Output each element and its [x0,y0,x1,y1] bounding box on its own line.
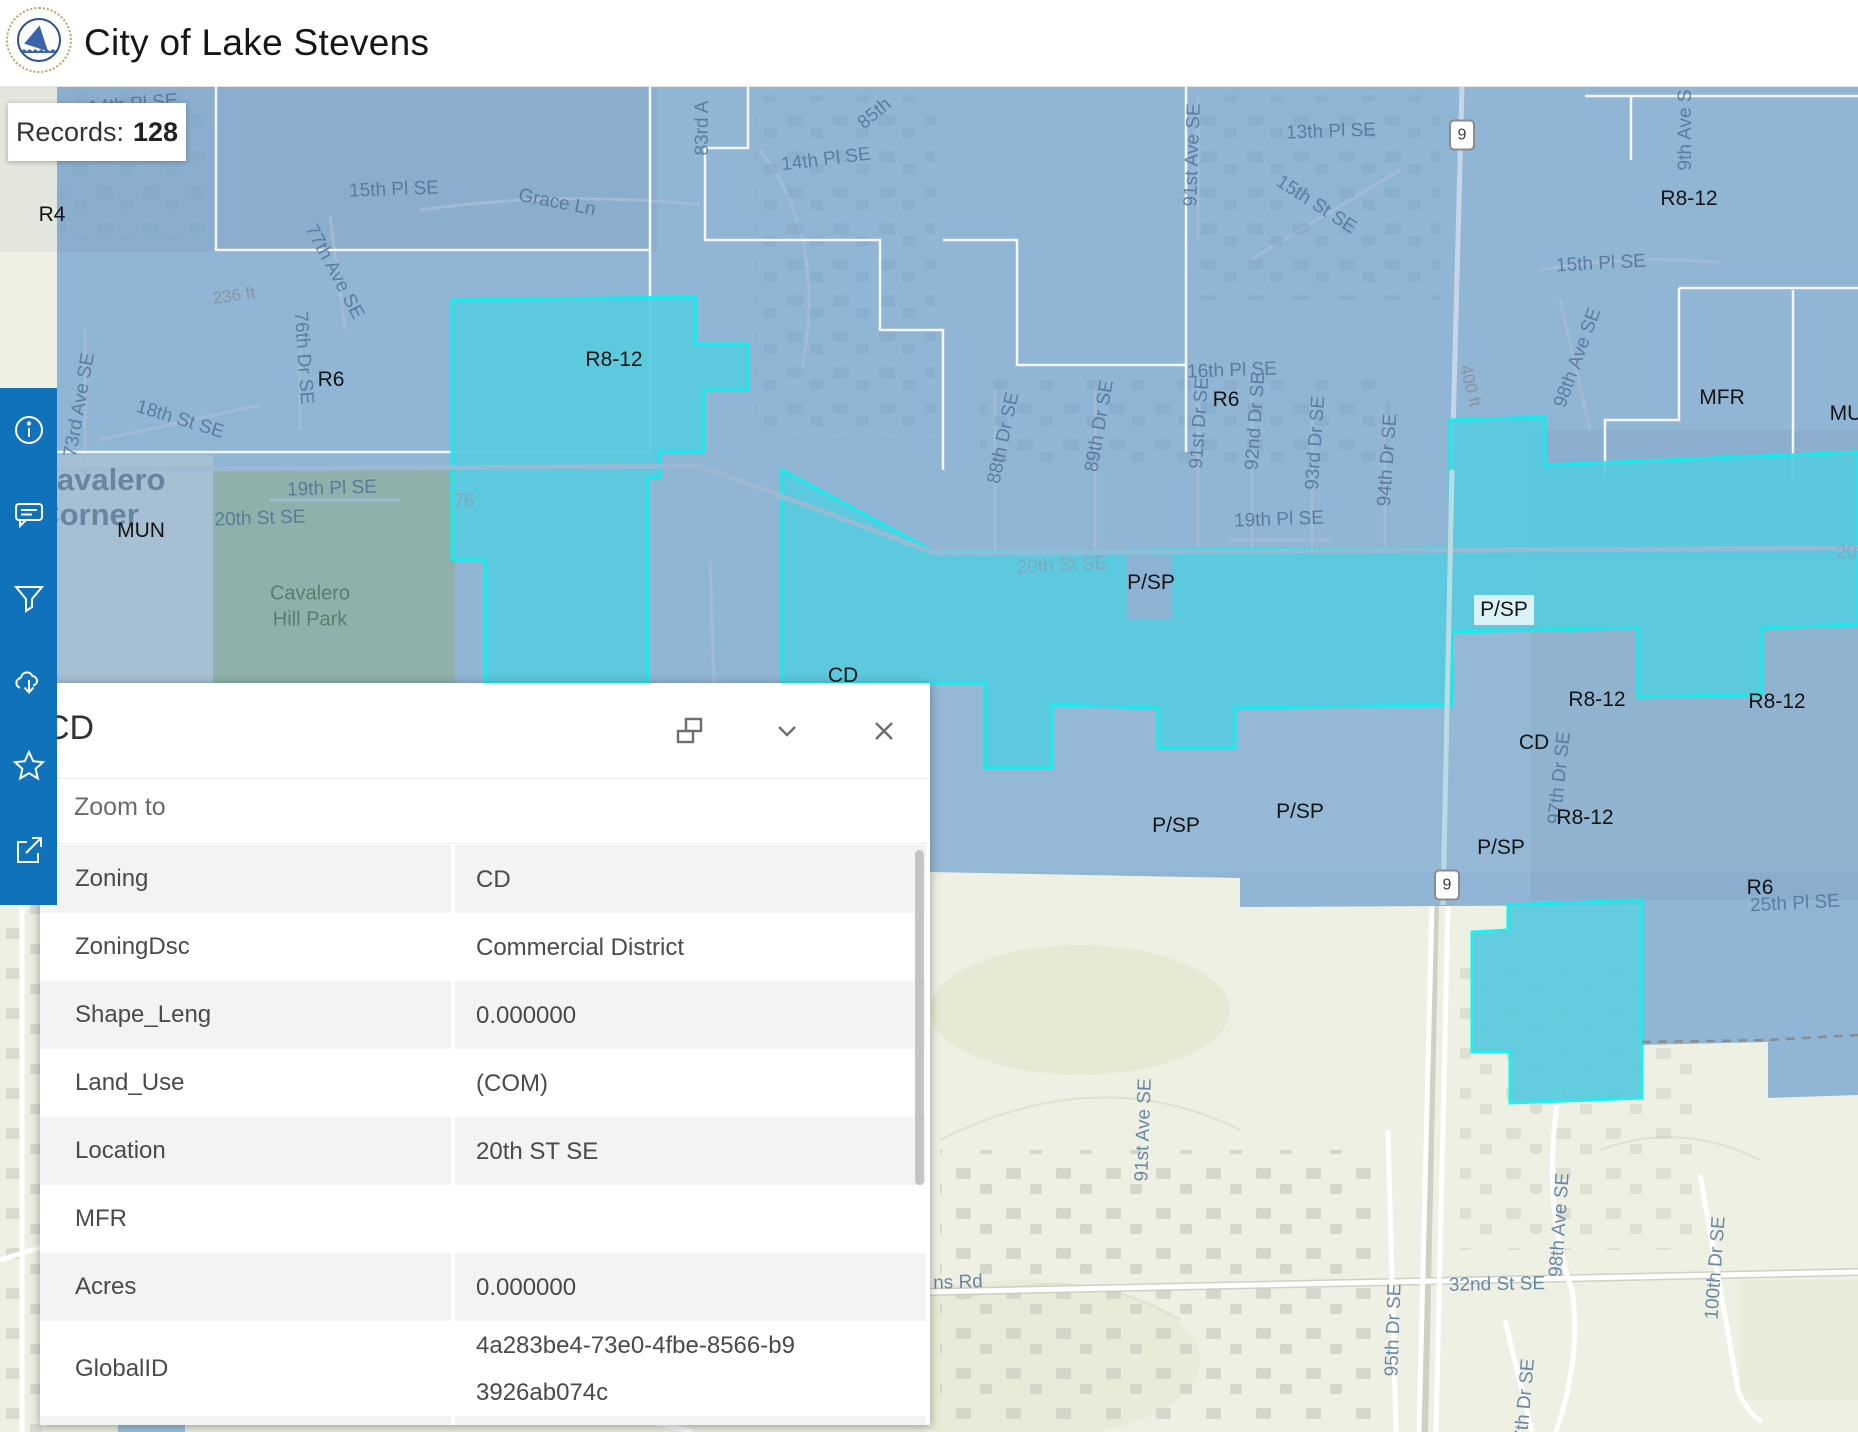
mun-zone-block [57,455,213,683]
records-count-badge: Records: 128 [8,103,186,161]
field-label: MFR [40,1185,451,1253]
filter-icon [12,581,46,615]
table-row: GlobalID4a283be4-73e0-4fbe-8566-b93926ab… [40,1321,930,1416]
star-icon [11,748,47,784]
attribute-table: ZoningCDZoningDscCommercial DistrictShap… [40,845,930,1416]
field-value: 20th ST SE [455,1117,926,1185]
attribute-table-next-row-sliver [40,1416,930,1425]
highway-shield: 9 [1449,120,1475,151]
field-value [455,1185,926,1253]
field-label: ZoningDsc [40,913,451,981]
table-row: Land_Use(COM) [40,1049,930,1117]
tool-sidebar [0,388,57,905]
share-button[interactable] [0,808,57,892]
field-label: GlobalID [40,1321,451,1416]
favorites-button[interactable] [0,724,57,808]
field-value: (COM) [455,1049,926,1117]
city-seal-logo [6,7,72,73]
psp-pocket [1128,556,1172,620]
app-window: 14th Pl SER415th Pl SEGrace Ln14th Pl SE… [0,0,1858,1432]
field-value: CD [455,845,926,913]
info-button[interactable] [0,388,57,472]
info-icon [12,413,46,447]
download-button[interactable] [0,640,57,724]
feature-popup: CD Zoom to ZoningCDZoningDscCommercia [40,683,930,1425]
records-label: Records: [16,117,124,148]
comment-icon [12,497,46,531]
table-row: ZoningDscCommercial District [40,913,930,981]
filter-button[interactable] [0,556,57,640]
popup-scrollbar[interactable] [915,850,924,1185]
records-value: 128 [133,117,178,148]
export-icon [12,833,46,867]
field-value: Commercial District [455,913,926,981]
cloud-download-icon [11,664,47,700]
field-value: 0.000000 [455,981,926,1049]
popup-header: CD [40,683,930,778]
zoom-to-link[interactable]: Zoom to [74,793,166,822]
table-row: ZoningCD [40,845,930,913]
table-row: Shape_Leng0.000000 [40,981,930,1049]
dock-button[interactable] [668,709,712,753]
close-icon [869,716,899,746]
table-row: MFR [40,1185,930,1253]
collapse-button[interactable] [765,709,809,753]
field-value: 4a283be4-73e0-4fbe-8566-b93926ab074c [455,1321,926,1416]
field-value: 0.000000 [455,1253,926,1321]
dock-icon [675,716,705,746]
close-button[interactable] [862,709,906,753]
field-label: Location [40,1117,451,1185]
chevron-down-icon [772,716,802,746]
field-label: Zoning [40,845,451,913]
comment-button[interactable] [0,472,57,556]
field-label: Shape_Leng [40,981,451,1049]
highway-shield: 9 [1434,870,1460,901]
cavalero-hill-park [213,470,455,683]
page-title: City of Lake Stevens [84,22,429,64]
table-row: Location20th ST SE [40,1117,930,1185]
app-header: City of Lake Stevens [0,0,1858,87]
table-row: Acres0.000000 [40,1253,930,1321]
field-label: Acres [40,1253,451,1321]
field-label: Land_Use [40,1049,451,1117]
